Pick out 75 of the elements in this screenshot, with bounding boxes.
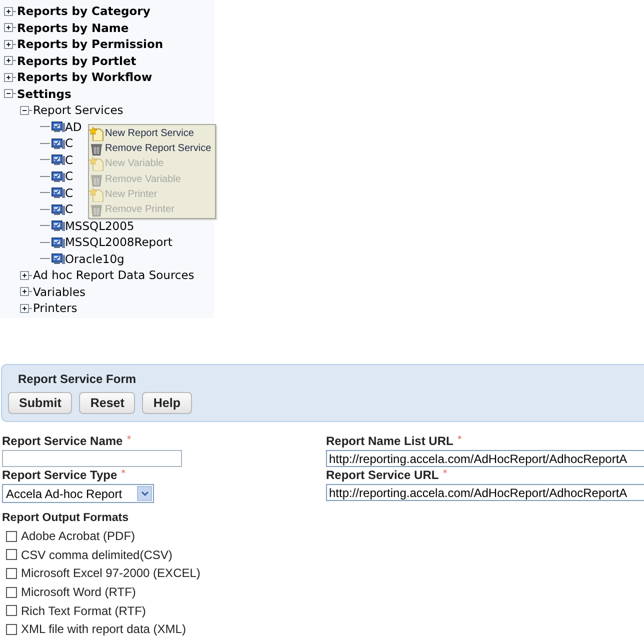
menu-item[interactable]: Remove Report Service [89,141,215,156]
required-mark: * [121,469,126,479]
field-label: Report Service Name [2,435,123,448]
required-mark: * [457,435,462,445]
tree-item[interactable]: Ad hoc Report Data Sources [33,268,194,282]
section-label: Report Output Formats [2,512,130,524]
checkbox[interactable] [6,568,17,579]
computer-icon [51,219,65,232]
computer-icon [51,120,65,134]
expand-icon[interactable] [4,56,13,66]
menu-item[interactable]: New Report Service [89,126,215,142]
tree-item[interactable]: Reports by Permission [17,37,164,52]
tree-item[interactable]: C [65,186,74,200]
tree-item[interactable]: Report Services [33,103,124,118]
tree-item[interactable]: C [65,169,74,184]
checkbox[interactable] [6,530,17,542]
input-field[interactable]: http://reporting.accela.com/AdHocReport/AdhocReportA [326,484,644,501]
required-mark: * [442,469,448,479]
checkbox-label: Microsoft Excel 97-2000 (EXCEL) [21,566,200,580]
expand-icon[interactable] [20,270,29,280]
tree-item[interactable]: Reports by Workflow [17,70,152,84]
expand-icon[interactable] [4,23,13,32]
checkbox-label: CSV comma delimited(CSV) [21,548,172,562]
new-document-icon [89,156,104,172]
computer-icon [51,153,65,166]
tree-item[interactable]: C [65,202,74,216]
checkbox-label: XML file with report data (XML) [21,622,186,636]
tree-item[interactable]: AD [65,120,82,134]
trash-icon [89,141,104,156]
expand-icon[interactable] [4,72,13,82]
input-field[interactable] [2,450,182,467]
form-title: Report Service Form [18,372,138,388]
tree-item[interactable]: Printers [33,301,78,316]
new-document-icon [89,126,104,142]
checkbox[interactable] [6,605,17,616]
tree-item[interactable]: Settings [17,86,72,101]
tree-item[interactable]: Oracle10g [65,252,124,266]
tree-item[interactable]: MSSQL2005 [65,218,134,233]
checkbox-label: Rich Text Format (RTF) [21,604,146,618]
required-mark: * [126,435,132,445]
tree-item[interactable]: Reports by Category [17,4,150,18]
form-button[interactable]: Submit [8,392,72,414]
field-label: Report Service URL [326,469,439,482]
new-document-icon [89,186,104,202]
expand-icon[interactable] [20,304,29,313]
expand-icon[interactable] [20,287,29,296]
computer-icon [51,202,65,216]
checkbox[interactable] [6,549,17,560]
checkbox[interactable] [6,624,17,635]
checkbox-label: Microsoft Word (RTF) [21,585,136,600]
computer-icon [51,136,65,150]
tree-item[interactable]: C [65,152,74,167]
tree-item[interactable]: C [65,136,74,150]
form-button[interactable]: Help [142,392,192,414]
dropdown[interactable]: Accela Ad-hoc Report [2,484,154,503]
computer-icon [51,186,65,200]
checkbox[interactable] [6,586,17,598]
trash-icon [89,202,104,218]
collapse-icon[interactable] [20,106,29,115]
expand-icon[interactable] [4,40,13,49]
field-label: Report Service Type [2,469,118,482]
expand-icon[interactable] [4,6,13,16]
tree-item[interactable]: MSSQL2008Report [65,235,172,250]
caret-icon [140,490,148,496]
tree-item[interactable]: Reports by Portlet [17,54,136,68]
input-field[interactable]: http://reporting.accela.com/AdHocReport/AdhocReportA [326,450,644,467]
checkbox-label: Adobe Acrobat (PDF) [21,529,136,544]
computer-icon [51,252,65,266]
field-label: Report Name List URL [326,435,454,448]
form-button[interactable]: Reset [79,392,136,414]
tree-item[interactable]: Variables [33,284,86,299]
collapse-icon[interactable] [4,89,13,98]
computer-icon [51,170,65,183]
tree-item[interactable]: Reports by Name [17,20,129,35]
computer-icon [51,236,65,249]
